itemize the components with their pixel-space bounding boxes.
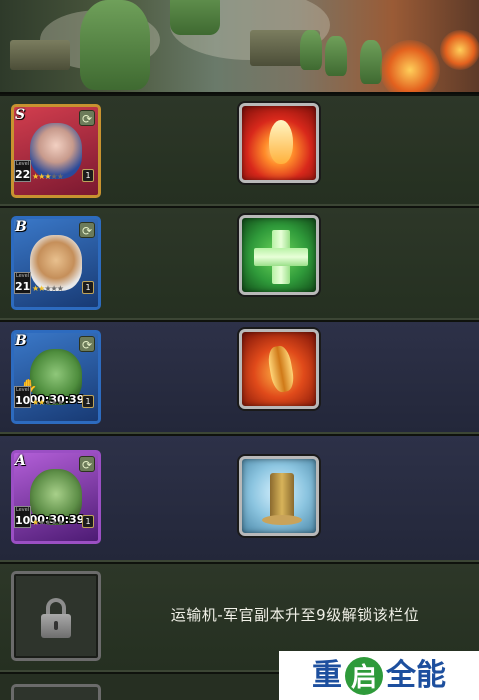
- star-rating: ★★★★★: [32, 398, 64, 407]
- swap-icon[interactable]: ⟳: [79, 222, 95, 238]
- rank-badge: 1: [82, 515, 94, 528]
- heal-cross-skill-icon[interactable]: [239, 215, 319, 295]
- hero-slot-1[interactable]: S ⟳ Level 22 ★★★★★ 1: [0, 94, 479, 206]
- bomb-skill-icon[interactable]: [239, 329, 319, 409]
- hero-slot-3[interactable]: B ⟳ ✋ 00:30:39 Level 10 ★★★★★ 1: [0, 320, 479, 434]
- hero-card[interactable]: B ⟳ Level 21 ★★★★★ 1: [11, 216, 101, 310]
- rank-badge: 1: [82, 169, 94, 182]
- locked-slot-frame[interactable]: [11, 571, 101, 661]
- hero-grade: B: [15, 333, 27, 349]
- hero-level: Level 10: [14, 386, 31, 408]
- swap-icon[interactable]: ⟳: [79, 456, 95, 472]
- unlock-requirement-text: 运输机-军官副本升至9级解锁该栏位: [170, 606, 420, 624]
- star-rating: ★★★★★: [32, 172, 64, 181]
- hero-grade: A: [15, 453, 26, 469]
- watermark-char: 全能: [386, 657, 446, 693]
- hero-slot-2[interactable]: B ⟳ Level 21 ★★★★★ 1: [0, 206, 479, 320]
- hero-card[interactable]: B ⟳ ✋ 00:30:39 Level 10 ★★★★★ 1: [11, 330, 101, 424]
- hero-card[interactable]: S ⟳ Level 22 ★★★★★ 1: [11, 104, 101, 198]
- star-rating: ★★★★★: [32, 518, 64, 527]
- hero-level: Level 21: [14, 272, 31, 294]
- rank-badge: 1: [82, 281, 94, 294]
- hero-card[interactable]: A ⟳ 00:30:39 Level 10 ★★★★★ 1: [11, 450, 101, 544]
- watermark-logo-icon: 启: [345, 656, 383, 695]
- hero-level: Level 22: [14, 160, 31, 182]
- hero-slot-4[interactable]: A ⟳ 00:30:39 Level 10 ★★★★★ 1: [0, 434, 479, 562]
- locked-slot-frame[interactable]: [11, 684, 101, 700]
- swap-icon[interactable]: ⟳: [79, 110, 95, 126]
- rank-badge: 1: [82, 395, 94, 408]
- hero-portrait-icon: [30, 123, 82, 179]
- tower-skill-icon[interactable]: [239, 456, 319, 536]
- hero-level: Level 10: [14, 506, 31, 528]
- swap-icon[interactable]: ⟳: [79, 336, 95, 352]
- hero-portrait-icon: [30, 235, 82, 291]
- battle-banner: [0, 0, 479, 94]
- star-rating: ★★★★★: [32, 284, 64, 293]
- watermark-char: 重: [312, 657, 342, 693]
- fire-skill-icon[interactable]: [239, 103, 319, 183]
- hero-grade: S: [15, 107, 26, 123]
- hero-grade: B: [15, 219, 27, 235]
- site-watermark: 重 启 全能: [279, 651, 479, 700]
